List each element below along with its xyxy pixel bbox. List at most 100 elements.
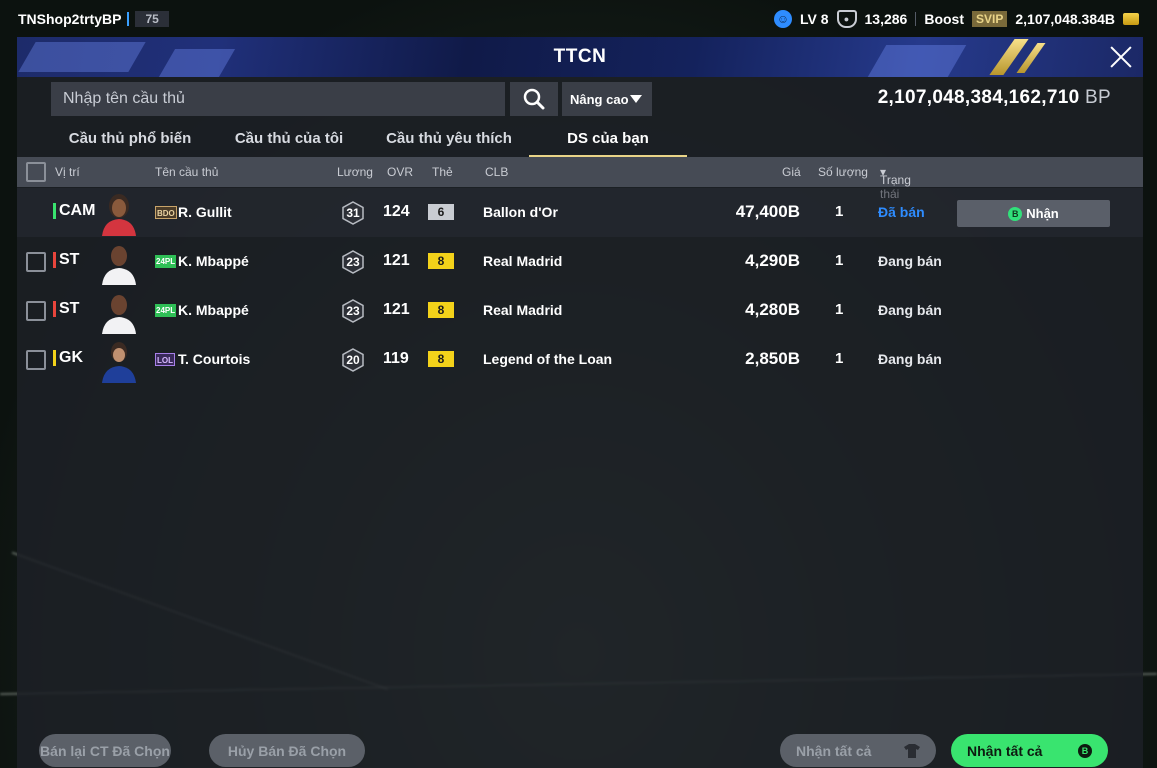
table-header: Vị trí Tên cầu thủ Lương OVR Thẻ CLB Giá… bbox=[17, 157, 1143, 201]
ovr-value: 124 bbox=[383, 203, 410, 220]
salary-badge: 31 bbox=[341, 201, 365, 225]
position-color-bar bbox=[53, 301, 56, 317]
player-name[interactable]: R. Gullit bbox=[178, 204, 232, 220]
tab-popular-players[interactable]: Cầu thủ phổ biến bbox=[51, 123, 209, 157]
price-value: 4,280B bbox=[745, 300, 800, 319]
quantity-value: 1 bbox=[835, 301, 844, 318]
panel-title: TTCN bbox=[553, 46, 607, 67]
claim-all-items-button[interactable]: Nhận tất cả bbox=[780, 734, 936, 767]
player-search-input[interactable] bbox=[51, 82, 505, 116]
status-on-sale: Đang bán bbox=[878, 351, 942, 367]
position-color-bar bbox=[53, 203, 56, 219]
player-name[interactable]: T. Courtois bbox=[178, 351, 250, 367]
bp-coin-icon: B bbox=[1008, 206, 1023, 221]
tab-favorite-players[interactable]: Cầu thủ yêu thích bbox=[369, 123, 529, 157]
ovr-value: 119 bbox=[383, 350, 409, 367]
claim-all-items-label: Nhận tất cả bbox=[796, 742, 872, 759]
player-avatar bbox=[102, 194, 136, 236]
shield-icon: ● bbox=[836, 10, 857, 28]
position-color-bar bbox=[53, 350, 56, 366]
player-name[interactable]: K. Mbappé bbox=[178, 302, 249, 318]
player-avatar bbox=[102, 295, 136, 334]
card-level: 8 bbox=[428, 302, 454, 318]
caret-down-icon bbox=[630, 95, 642, 103]
claim-all-bp-button[interactable]: Nhận tất cả B bbox=[951, 734, 1108, 767]
bp-coin-icon: B bbox=[1078, 743, 1092, 758]
shirt-icon bbox=[904, 743, 920, 758]
cancel-selected-label: Hủy Bán Đã Chọn bbox=[227, 742, 347, 759]
price-value: 2,850B bbox=[745, 349, 800, 368]
position-label: ST bbox=[59, 251, 80, 268]
header-ovr: OVR bbox=[387, 165, 414, 179]
select-all-checkbox[interactable] bbox=[26, 162, 46, 182]
card-level: 6 bbox=[428, 204, 454, 220]
resell-selected-button[interactable]: Bán lại CT Đã Chọn bbox=[39, 734, 171, 767]
club-name: Real Madrid bbox=[483, 253, 563, 269]
season-badge: 24PL bbox=[155, 304, 177, 317]
header-status[interactable]: Trạng thái ▾ bbox=[880, 165, 911, 201]
salary-badge: 20 bbox=[341, 348, 365, 372]
player-name[interactable]: K. Mbappé bbox=[178, 253, 249, 269]
tab-your-list[interactable]: DS của bạn bbox=[529, 123, 687, 157]
bp-total: 2,107,048,384,162,710 BP bbox=[878, 87, 1111, 109]
row-checkbox[interactable] bbox=[26, 301, 46, 321]
tab-my-players[interactable]: Cầu thủ của tôi bbox=[209, 123, 369, 157]
ovr-value: 121 bbox=[383, 301, 410, 318]
tab-bar: Cầu thủ phổ biến Cầu thủ của tôi Cầu thủ… bbox=[51, 123, 687, 157]
username: TNShop2trtyBP bbox=[18, 11, 122, 27]
panel-header: TTCN bbox=[17, 37, 1143, 77]
position-cell: ST bbox=[53, 251, 79, 269]
row-checkbox[interactable] bbox=[26, 350, 46, 370]
table-row[interactable]: GK LOL T. Courtois 20 119 8 Legend of th… bbox=[17, 335, 1143, 384]
header-position: Vị trí bbox=[55, 165, 80, 179]
user-level: 75 bbox=[135, 11, 169, 27]
row-checkbox[interactable] bbox=[26, 252, 46, 272]
header-club: CLB bbox=[485, 165, 509, 179]
card-level: 8 bbox=[428, 351, 454, 367]
position-label: ST bbox=[59, 300, 80, 317]
bp-unit: BP bbox=[1085, 87, 1111, 108]
player-avatar bbox=[102, 246, 136, 285]
claim-button[interactable]: B Nhận bbox=[957, 200, 1110, 227]
close-icon[interactable] bbox=[1107, 43, 1135, 71]
advanced-filter-label: Nâng cao bbox=[570, 91, 629, 107]
status-on-sale: Đang bán bbox=[878, 302, 942, 318]
top-bar: TNShop2trtyBP 75 ☺ LV 8 ● 13,286 Boost S… bbox=[0, 0, 1157, 38]
player-avatar bbox=[102, 342, 136, 383]
quantity-value: 1 bbox=[835, 203, 844, 220]
points-value: 13,286 bbox=[864, 11, 908, 27]
table-row[interactable]: CAM BDO R. Gullit 31 124 6 Ballon d'Or 4… bbox=[17, 188, 1143, 237]
boost-label: Boost bbox=[924, 11, 964, 27]
salary-value: 20 bbox=[346, 353, 360, 367]
club-name: Ballon d'Or bbox=[483, 204, 558, 220]
header-quantity: Số lượng bbox=[818, 165, 868, 179]
ovr-value: 121 bbox=[383, 252, 410, 269]
header-price: Giá bbox=[782, 165, 801, 179]
divider bbox=[127, 12, 130, 26]
quantity-value: 1 bbox=[835, 252, 844, 269]
price-value: 4,290B bbox=[745, 251, 800, 270]
bp-total-value: 2,107,048,384,162,710 bbox=[877, 87, 1080, 108]
advanced-filter-dropdown[interactable]: Nâng cao bbox=[562, 82, 652, 116]
salary-badge: 23 bbox=[341, 250, 365, 274]
header-name: Tên cầu thủ bbox=[155, 165, 219, 179]
divider bbox=[915, 12, 917, 26]
status-on-sale: Đang bán bbox=[878, 253, 942, 269]
user-info[interactable]: TNShop2trtyBP 75 bbox=[18, 11, 169, 27]
bp-coins-icon bbox=[1123, 13, 1139, 25]
position-cell: GK bbox=[53, 349, 83, 367]
position-cell: ST bbox=[53, 300, 79, 318]
quantity-value: 1 bbox=[835, 350, 844, 367]
search-icon bbox=[523, 88, 545, 110]
club-name: Legend of the Loan bbox=[483, 351, 613, 367]
position-label: CAM bbox=[59, 202, 96, 219]
table-row[interactable]: ST 24PL K. Mbappé 23 121 8 Real Madrid 4… bbox=[17, 237, 1143, 286]
level-label: LV 8 bbox=[799, 11, 829, 27]
card-level: 8 bbox=[428, 253, 454, 269]
search-button[interactable] bbox=[510, 82, 558, 116]
price-value: 47,400B bbox=[735, 202, 800, 221]
season-badge: LOL bbox=[155, 353, 175, 366]
user-stats: ☺ LV 8 ● 13,286 Boost SVIP 2,107,048.384… bbox=[773, 10, 1139, 28]
cancel-selected-button[interactable]: Hủy Bán Đã Chọn bbox=[209, 734, 365, 767]
table-row[interactable]: ST 24PL K. Mbappé 23 121 8 Real Madrid 4… bbox=[17, 286, 1143, 335]
